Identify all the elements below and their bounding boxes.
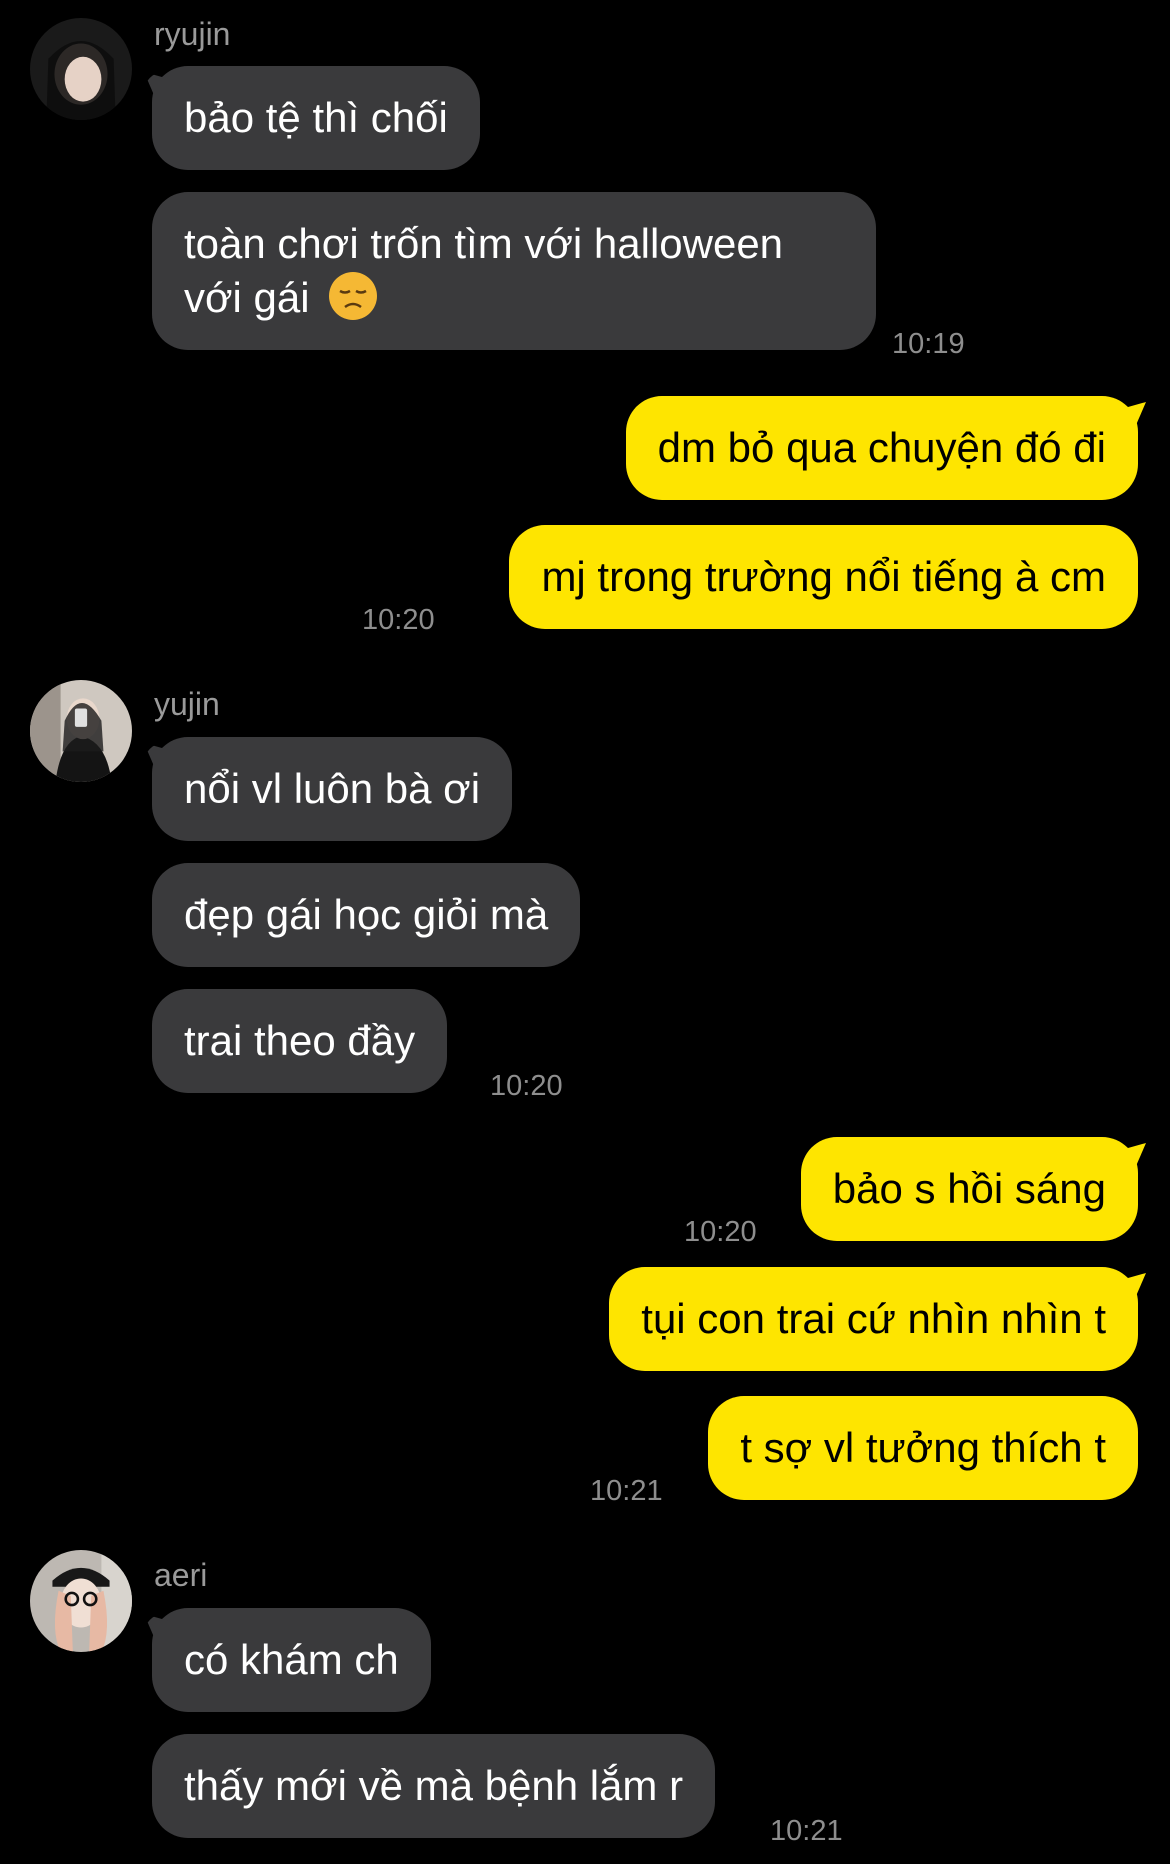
message-text: toàn chơi trốn tìm với halloween <box>184 220 784 267</box>
message-bubble[interactable]: dm bỏ qua chuyện đó đi <box>625 396 1138 500</box>
message-bubble[interactable]: trai theo đầy <box>152 989 448 1093</box>
avatar-ryujin[interactable] <box>30 18 132 120</box>
message-text: mj trong trường nổi tiếng à cm <box>541 553 1106 600</box>
message-text: nổi vl luôn bà ơi <box>184 765 481 812</box>
message-timestamp: 10:20 <box>362 604 435 636</box>
message-bubble[interactable]: thấy mới về mà bệnh lắm r <box>152 1734 716 1838</box>
message-bubble[interactable]: mj trong trường nổi tiếng à cm <box>509 525 1138 629</box>
message-timestamp: 10:21 <box>590 1475 663 1507</box>
avatar-aeri-image <box>30 1550 132 1652</box>
message-text: trai theo đầy <box>184 1017 416 1064</box>
message-bubble[interactable]: đẹp gái học giỏi mà <box>152 863 581 967</box>
sender-name-yujin: yujin <box>154 686 220 722</box>
avatar-yujin-image <box>30 680 132 782</box>
message-timestamp: 10:19 <box>892 328 965 360</box>
message-bubble[interactable]: bảo tệ thì chối <box>152 66 480 170</box>
avatar-ryujin-image <box>30 18 132 120</box>
message-text: có khám ch <box>184 1636 399 1683</box>
message-timestamp: 10:21 <box>770 1815 843 1847</box>
avatar-yujin[interactable] <box>30 680 132 782</box>
disappointed-face-icon <box>329 272 378 320</box>
message-text: t sợ vl tưởng thích t <box>740 1424 1106 1471</box>
message-bubble[interactable]: có khám ch <box>152 1608 431 1712</box>
sender-name-ryujin: ryujin <box>154 16 231 52</box>
avatar-aeri[interactable] <box>30 1550 132 1652</box>
message-bubble[interactable]: toàn chơi trốn tìm với halloween với gái <box>152 192 876 350</box>
message-text: thấy mới về mà bệnh lắm r <box>184 1762 684 1809</box>
message-text: đẹp gái học giỏi mà <box>184 891 549 938</box>
message-text: với gái <box>184 274 310 321</box>
message-text: bảo s hồi sáng <box>832 1165 1106 1212</box>
message-timestamp: 10:20 <box>684 1216 757 1248</box>
sender-name-aeri: aeri <box>154 1557 208 1593</box>
message-bubble[interactable]: tụi con trai cứ nhìn nhìn t <box>609 1267 1138 1371</box>
message-bubble[interactable]: t sợ vl tưởng thích t <box>708 1396 1138 1500</box>
message-text: dm bỏ qua chuyện đó đi <box>657 424 1106 471</box>
message-text: tụi con trai cứ nhìn nhìn t <box>641 1295 1106 1342</box>
message-timestamp: 10:20 <box>490 1070 563 1102</box>
message-bubble[interactable]: bảo s hồi sáng <box>800 1137 1138 1241</box>
message-bubble[interactable]: nổi vl luôn bà ơi <box>152 737 513 841</box>
message-text: bảo tệ thì chối <box>184 94 448 141</box>
